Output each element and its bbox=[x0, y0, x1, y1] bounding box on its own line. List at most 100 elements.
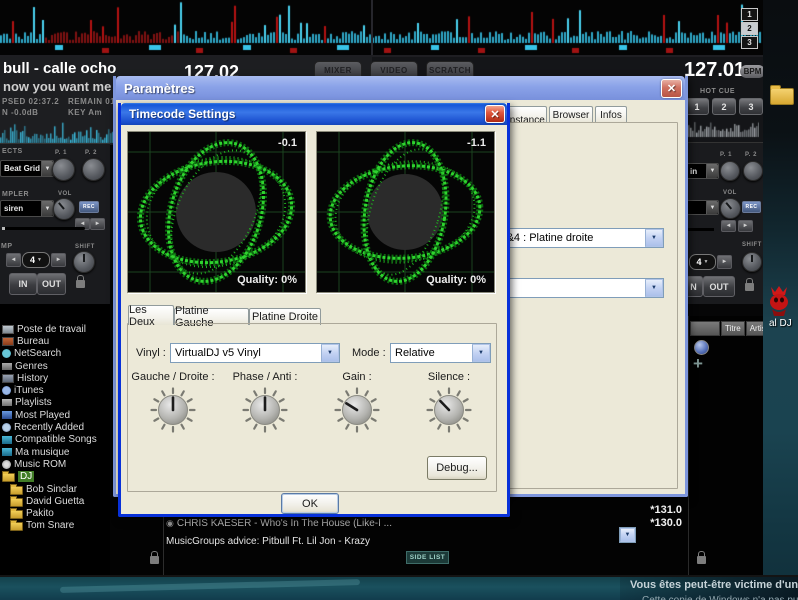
vinyl-dropdown[interactable]: VirtualDJ v5 Vinyl ▼ bbox=[170, 343, 340, 363]
tab-les-deux[interactable]: Les Deux bbox=[128, 305, 174, 325]
sidebar-item-tom-snare[interactable]: Tom Snare bbox=[0, 520, 110, 532]
parametres-titlebar[interactable]: Paramètres ✕ bbox=[116, 76, 685, 100]
deck-select-3[interactable]: 3 bbox=[741, 36, 758, 49]
dropdown-arrow-icon[interactable]: ▼ bbox=[645, 229, 663, 247]
rec-button[interactable]: REC bbox=[742, 201, 761, 213]
loop-out-button[interactable]: OUT bbox=[37, 273, 66, 295]
dropdown-arrow-icon[interactable]: ▼ bbox=[706, 164, 718, 178]
effects-dropdown[interactable]: Beat Grid▼ bbox=[0, 160, 54, 177]
column-header-titre[interactable]: Titre bbox=[721, 321, 745, 336]
lock-icon[interactable] bbox=[150, 556, 159, 564]
knob-control[interactable] bbox=[242, 387, 288, 433]
ok-button[interactable]: OK bbox=[281, 493, 339, 514]
deck-select-1[interactable]: 1 bbox=[741, 8, 758, 21]
knob-label: Silence : bbox=[428, 371, 470, 387]
sidebar-item-bureau[interactable]: Bureau bbox=[0, 335, 110, 347]
dropdown-arrow-icon[interactable]: ▼ bbox=[645, 279, 663, 297]
hot-cue-2[interactable]: 2 bbox=[712, 98, 736, 115]
sidebar-item-bob-sinclar[interactable]: Bob Sinclar bbox=[0, 483, 110, 495]
scope-value: -0.1 bbox=[278, 137, 297, 149]
loop-half-button[interactable]: ◄ bbox=[6, 253, 21, 267]
sidebar-item-dj[interactable]: DJ bbox=[0, 471, 110, 483]
dropdown-arrow-icon[interactable]: ▼ bbox=[706, 201, 718, 214]
dropdown-arrow-icon[interactable]: ▼ bbox=[472, 344, 490, 362]
effects-dropdown[interactable]: in▼ bbox=[686, 163, 719, 179]
shortcut-label[interactable]: al DJ bbox=[769, 318, 792, 329]
playlist-icon bbox=[2, 399, 12, 406]
mode-dropdown[interactable]: Relative ▼ bbox=[390, 343, 491, 363]
add-track-plus-icon[interactable]: + bbox=[693, 355, 703, 372]
shift-knob[interactable] bbox=[73, 251, 95, 273]
sidebar-item-label: Tom Snare bbox=[26, 520, 74, 531]
sampler-dropdown[interactable]: ▼ bbox=[686, 200, 719, 215]
virtualdj-shortcut-icon[interactable] bbox=[765, 283, 793, 317]
close-icon[interactable]: ✕ bbox=[661, 79, 682, 98]
p1-knob[interactable] bbox=[52, 158, 75, 181]
netsearch-globe-icon[interactable] bbox=[694, 340, 709, 355]
knob-control[interactable] bbox=[426, 387, 472, 433]
close-icon[interactable]: ✕ bbox=[485, 105, 505, 123]
beat-waveform[interactable] bbox=[0, 0, 762, 54]
next-button[interactable]: ► bbox=[90, 218, 105, 230]
dropdown-arrow-icon[interactable]: ▼ bbox=[321, 344, 339, 362]
dropdown-arrow-icon[interactable]: ▼ bbox=[620, 528, 635, 542]
loop-length[interactable]: 4▼ bbox=[22, 252, 50, 268]
sidebar-item-ma-musique[interactable]: Ma musique bbox=[0, 446, 110, 458]
sidebar-item-poste-de-travail[interactable]: Poste de travail bbox=[0, 323, 110, 335]
loop-double-button[interactable]: ► bbox=[51, 253, 66, 267]
knob-control[interactable] bbox=[334, 387, 380, 433]
desktop-folder-icon[interactable] bbox=[770, 88, 794, 105]
bpm-sort-dropdown[interactable]: ▼ bbox=[619, 527, 634, 541]
dropdown-arrow-icon[interactable]: ▼ bbox=[41, 201, 53, 216]
loop-out-button[interactable]: OUT bbox=[703, 276, 735, 297]
tab-infos[interactable]: Infos bbox=[595, 106, 627, 123]
hot-cue-3[interactable]: 3 bbox=[739, 98, 763, 115]
sidebar-item-music-rom[interactable]: Music ROM bbox=[0, 458, 110, 470]
p2-knob[interactable] bbox=[82, 158, 105, 181]
tab-instance[interactable]: -Instance bbox=[506, 106, 547, 123]
hot-cue-1[interactable]: 1 bbox=[685, 98, 709, 115]
desktop-background: al DJ bbox=[763, 0, 798, 600]
p2-knob[interactable] bbox=[743, 161, 763, 181]
sidebar-item-genres[interactable]: Genres bbox=[0, 360, 110, 372]
p1-knob[interactable] bbox=[720, 161, 740, 181]
timecode-dialog: Timecode Settings ✕ bbox=[118, 103, 510, 517]
sidebar-item-netsearch[interactable]: NetSearch bbox=[0, 348, 110, 360]
sidebar-item-most-played[interactable]: Most Played bbox=[0, 409, 110, 421]
sampler-slider[interactable] bbox=[2, 227, 85, 230]
sidebar-item-history[interactable]: History bbox=[0, 372, 110, 384]
track-overview-right[interactable] bbox=[688, 119, 759, 138]
sidebar-item-playlists[interactable]: Playlists bbox=[0, 397, 110, 409]
sampler-slider[interactable] bbox=[686, 228, 714, 231]
slider-thumb[interactable] bbox=[2, 227, 5, 230]
shift-knob[interactable] bbox=[742, 252, 762, 272]
deck-select-2[interactable]: 2 bbox=[741, 22, 758, 35]
loop-double-button[interactable]: ► bbox=[717, 255, 732, 269]
browser-tree: Poste de travailBureauNetSearchGenresHis… bbox=[0, 323, 110, 532]
vol-knob[interactable] bbox=[720, 198, 741, 219]
debug-button[interactable]: Debug... bbox=[427, 456, 487, 480]
tab-browser[interactable]: Browser bbox=[549, 106, 593, 123]
dropdown-arrow-icon[interactable]: ▼ bbox=[37, 257, 42, 263]
lock-icon[interactable] bbox=[76, 280, 85, 288]
sidebar-item-itunes[interactable]: iTunes bbox=[0, 384, 110, 396]
loop-length[interactable]: 4▼ bbox=[689, 254, 716, 270]
knob-control[interactable] bbox=[150, 387, 196, 433]
next-button[interactable]: ► bbox=[738, 220, 753, 232]
sampler-dropdown[interactable]: siren▼ bbox=[0, 200, 54, 217]
dropdown-arrow-icon[interactable]: ▼ bbox=[704, 259, 709, 265]
loop-in-button[interactable]: IN bbox=[9, 273, 37, 295]
rec-button[interactable]: REC bbox=[79, 201, 99, 213]
timecode-titlebar[interactable]: Timecode Settings ✕ bbox=[121, 103, 507, 125]
lock-icon[interactable] bbox=[697, 556, 706, 564]
sidebar-item-recently-added[interactable]: Recently Added bbox=[0, 421, 110, 433]
lock-icon[interactable] bbox=[745, 283, 754, 291]
sidebar-item-david-guetta[interactable]: David Guetta bbox=[0, 495, 110, 507]
side-list-button[interactable]: SIDE LIST bbox=[406, 551, 449, 564]
sidebar-item-pakito[interactable]: Pakito bbox=[0, 507, 110, 519]
vol-knob[interactable] bbox=[53, 198, 75, 220]
prev-button[interactable]: ◄ bbox=[721, 220, 736, 232]
sidebar-item-compatible-songs[interactable]: Compatible Songs bbox=[0, 434, 110, 446]
track-row[interactable]: ◉CHRIS KAESER - Who's In The House (Like… bbox=[166, 517, 690, 531]
scope-graph bbox=[317, 132, 494, 292]
